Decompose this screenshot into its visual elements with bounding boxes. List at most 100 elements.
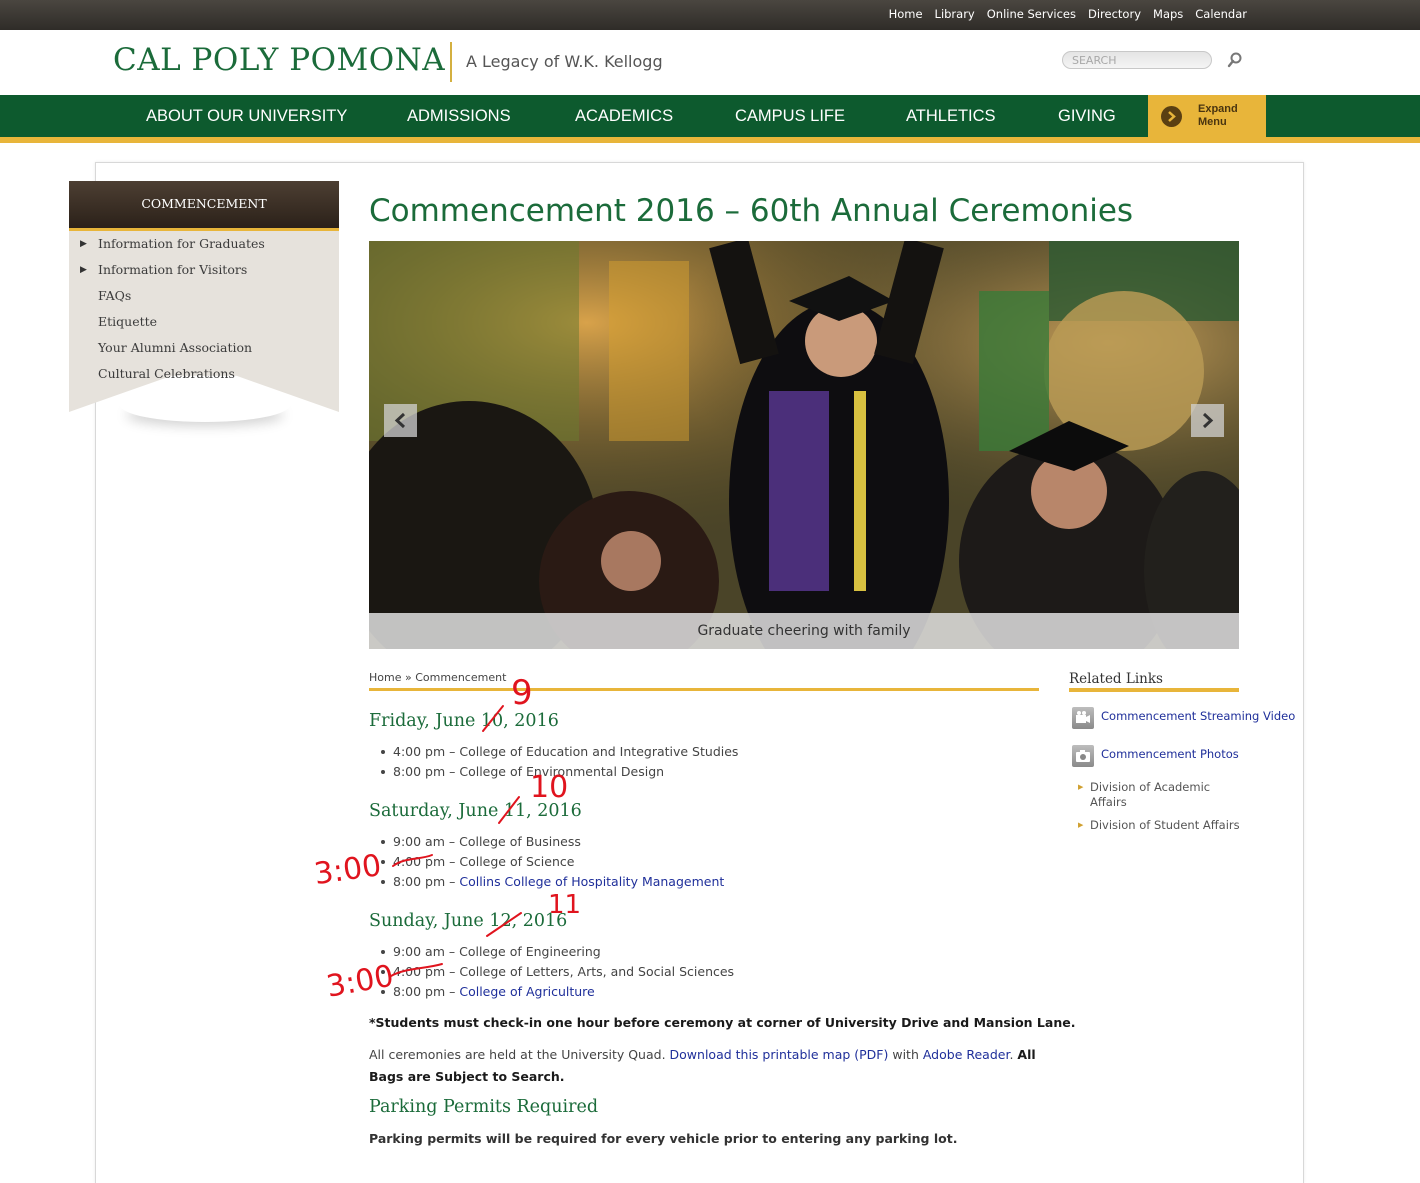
student-affairs-link[interactable]: Division of Student Affairs — [1090, 818, 1240, 833]
event-sep: – — [445, 744, 460, 759]
graduation-photo — [369, 241, 1239, 649]
event-sep: – — [444, 834, 460, 849]
hospitality-college-link[interactable]: Collins College of Hospitality Managemen… — [459, 874, 724, 889]
event-name: College of Science — [459, 854, 575, 869]
expand-label-line1: Expand — [1198, 103, 1238, 115]
sidebar-item-visitors[interactable]: Information for Visitors — [98, 262, 247, 277]
event-sep: – — [445, 764, 460, 779]
sidebar-item-alumni[interactable]: Your Alumni Association — [98, 340, 252, 355]
event-name: College of Engineering — [459, 944, 601, 959]
schedule-day-saturday: Saturday, June 11, 2016 — [369, 801, 582, 821]
logo-divider — [450, 42, 452, 82]
event-name: College of Business — [459, 834, 581, 849]
utility-link-online-services[interactable]: Online Services — [987, 7, 1076, 21]
site-logo[interactable]: CAL POLY POMONA — [113, 42, 445, 78]
breadcrumb-current: Commencement — [415, 671, 507, 684]
utility-link-calendar[interactable]: Calendar — [1195, 7, 1247, 21]
chevron-right-icon — [1202, 412, 1214, 429]
triangle-right-icon: ▶ — [80, 239, 87, 249]
event-sep: – — [445, 984, 460, 999]
event-time: 4:00 pm — [393, 744, 446, 759]
expand-menu-label: Expand Menu — [1198, 103, 1258, 129]
slideshow-prev-button[interactable] — [384, 404, 417, 437]
nav-giving[interactable]: GIVING — [1058, 95, 1116, 137]
expand-label-line2: Menu — [1198, 116, 1227, 128]
sidebar-title[interactable]: COMMENCEMENT — [69, 181, 339, 228]
event-time: 8:00 pm — [393, 874, 446, 889]
schedule-day-friday: Friday, June 10, 2016 — [369, 711, 559, 731]
event-sep: – — [444, 944, 460, 959]
nav-athletics[interactable]: ATHLETICS — [906, 95, 996, 137]
event-sep: – — [445, 964, 460, 979]
nav-academics[interactable]: ACADEMICS — [575, 95, 673, 137]
related-links-title: Related Links — [1069, 671, 1163, 687]
event-time: 8:00 pm — [393, 984, 446, 999]
search-icon — [1227, 52, 1242, 68]
bullet-icon: ▶ — [1078, 821, 1084, 829]
camera-icon — [1072, 745, 1094, 767]
video-camera-icon — [1072, 707, 1094, 729]
slideshow-next-button[interactable] — [1191, 404, 1224, 437]
sidebar-item-cultural[interactable]: Cultural Celebrations — [98, 366, 235, 381]
streaming-video-link[interactable]: Commencement Streaming Video — [1101, 709, 1295, 723]
search-button[interactable] — [1226, 51, 1244, 69]
adobe-reader-link[interactable]: Adobe Reader — [923, 1047, 1010, 1062]
sidebar-gold-line — [69, 228, 339, 231]
schedule-day-sunday: Sunday, June 12, 2016 — [369, 911, 568, 931]
schedule-item: 4:00 pm – College of Science — [381, 854, 574, 869]
schedule-item: 8:00 pm – College of Agriculture — [381, 984, 595, 999]
parking-title: Parking Permits Required — [369, 1097, 599, 1117]
parking-text: Parking permits will be required for eve… — [369, 1131, 958, 1146]
map-pdf-link[interactable]: Download this printable map (PDF) — [670, 1047, 889, 1062]
sidebar-item-faqs[interactable]: FAQs — [98, 288, 131, 303]
event-time: 4:00 pm — [393, 854, 446, 869]
bullet-icon: ▶ — [1078, 783, 1084, 791]
sidebar-shadow — [120, 388, 290, 422]
ceremony-text: with — [888, 1047, 923, 1062]
academic-affairs-link[interactable]: Division of Academic Affairs — [1090, 780, 1220, 810]
site-tagline: A Legacy of W.K. Kellogg — [466, 52, 663, 71]
utility-link-maps[interactable]: Maps — [1153, 7, 1183, 21]
schedule-item: 8:00 pm – College of Environmental Desig… — [381, 764, 664, 779]
sidebar-item-graduates[interactable]: Information for Graduates — [98, 236, 265, 251]
nav-about[interactable]: ABOUT OUR UNIVERSITY — [146, 95, 347, 137]
page-title: Commencement 2016 – 60th Annual Ceremoni… — [369, 193, 1134, 229]
breadcrumb-home[interactable]: Home — [369, 671, 401, 684]
chevron-left-icon — [394, 412, 406, 429]
breadcrumb: Home » Commencement — [369, 671, 506, 684]
utility-bar: Home Library Online Services Directory M… — [0, 0, 1420, 30]
slideshow-caption: Graduate cheering with family — [369, 613, 1239, 649]
utility-link-home[interactable]: Home — [889, 7, 923, 21]
nav-campus-life[interactable]: CAMPUS LIFE — [735, 95, 845, 137]
utility-nav: Home Library Online Services Directory M… — [889, 7, 1247, 21]
commencement-photos-link[interactable]: Commencement Photos — [1101, 747, 1239, 761]
schedule-item: 9:00 am – College of Business — [381, 834, 581, 849]
event-name: College of Environmental Design — [459, 764, 665, 779]
search-input[interactable]: SEARCH — [1062, 51, 1212, 69]
schedule-item: 9:00 am – College of Engineering — [381, 944, 601, 959]
schedule-item: 8:00 pm – Collins College of Hospitality… — [381, 874, 724, 889]
event-time: 9:00 am — [393, 944, 445, 959]
ceremony-text: All ceremonies are held at the Universit… — [369, 1047, 670, 1062]
nav-admissions[interactable]: ADMISSIONS — [407, 95, 511, 137]
agriculture-college-link[interactable]: College of Agriculture — [459, 984, 594, 999]
chevron-right-icon — [1161, 106, 1182, 127]
event-time: 4:00 pm — [393, 964, 446, 979]
utility-link-directory[interactable]: Directory — [1088, 7, 1141, 21]
event-name: College of Education and Integrative Stu… — [459, 744, 739, 759]
event-sep: – — [445, 854, 460, 869]
related-links-underline — [1069, 688, 1239, 692]
nav-gold-stripe — [0, 137, 1420, 143]
slideshow-image — [369, 241, 1239, 649]
event-sep: – — [445, 874, 460, 889]
expand-menu-button[interactable]: Expand Menu — [1148, 95, 1266, 137]
event-name: College of Letters, Arts, and Social Sci… — [459, 964, 735, 979]
schedule-item: 4:00 pm – College of Education and Integ… — [381, 744, 738, 759]
breadcrumb-separator: » — [404, 671, 412, 684]
sidebar-item-etiquette[interactable]: Etiquette — [98, 314, 157, 329]
event-time: 9:00 am — [393, 834, 445, 849]
utility-link-library[interactable]: Library — [935, 7, 975, 21]
checkin-note: *Students must check-in one hour before … — [369, 1015, 1076, 1030]
schedule-item: 4:00 pm – College of Letters, Arts, and … — [381, 964, 734, 979]
event-time: 8:00 pm — [393, 764, 446, 779]
